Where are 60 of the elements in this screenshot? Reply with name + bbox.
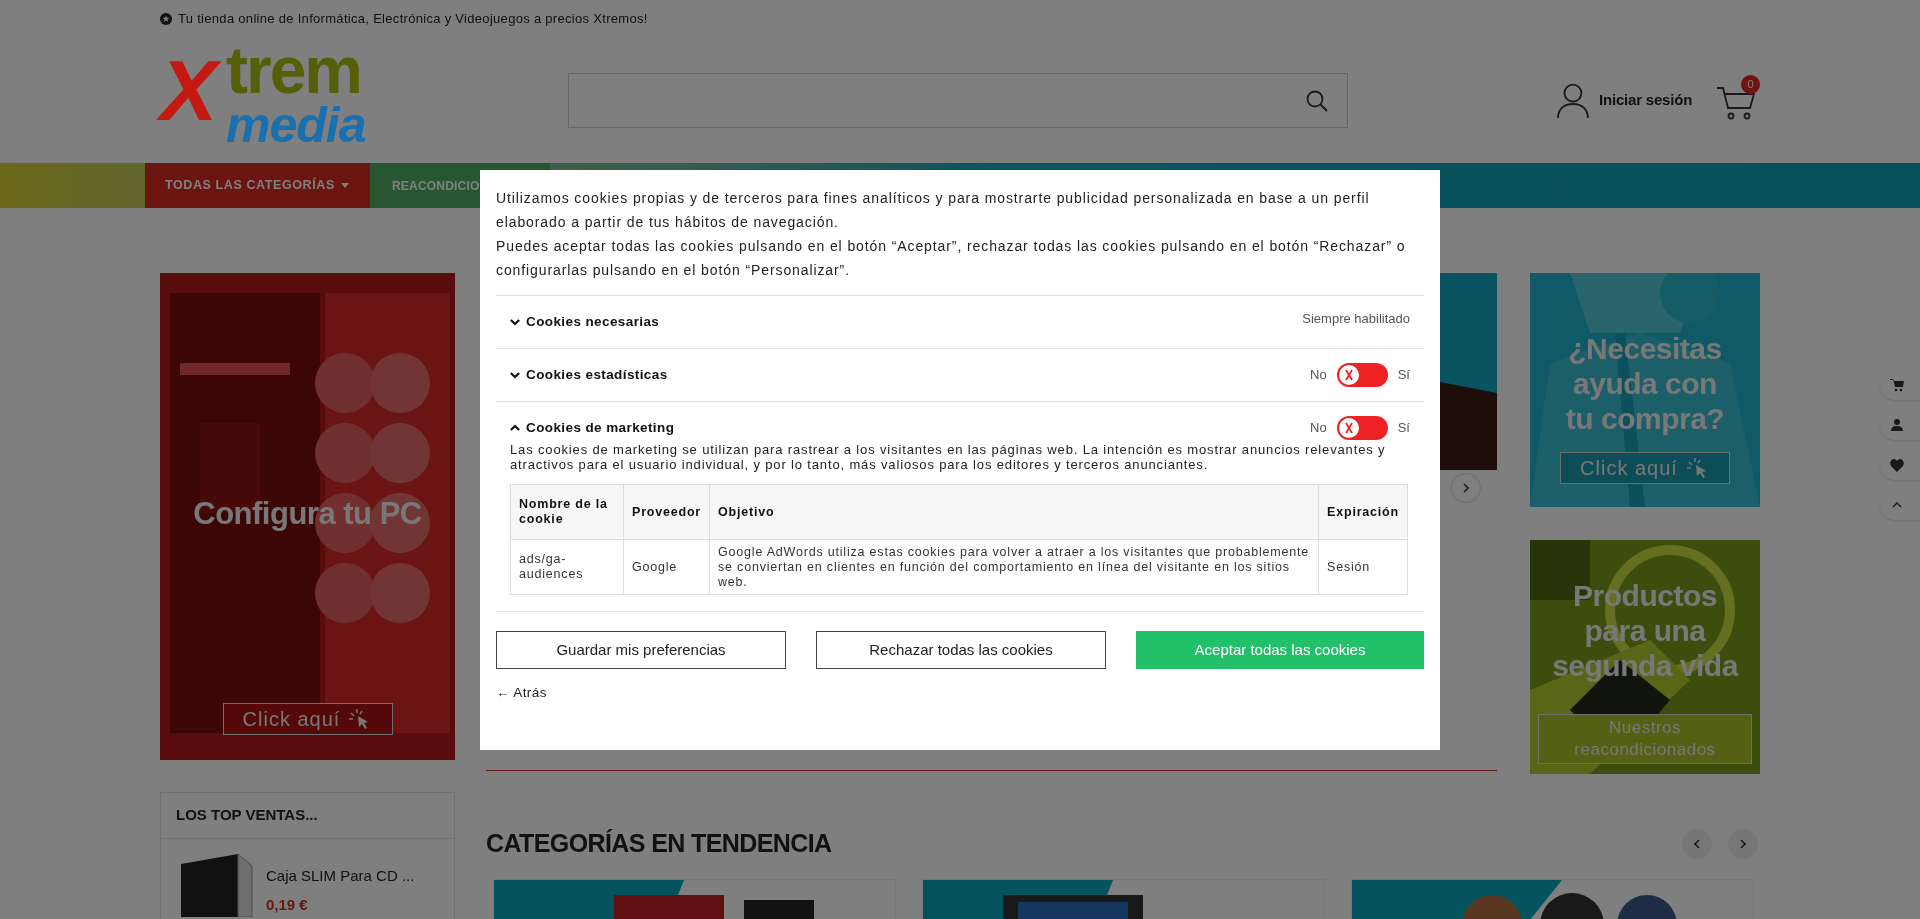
login-link[interactable]: Iniciar sesión <box>1599 89 1693 112</box>
banner-title: Productos para una segunda vida <box>1551 578 1740 683</box>
caret-icon[interactable] <box>340 183 349 188</box>
cart-icon[interactable] <box>1890 378 1904 392</box>
cart-count-badge: 0 <box>1741 74 1761 94</box>
column-header: Nombre de la cookie <box>510 484 624 540</box>
table-cell: Google AdWords utiliza estas cookies para volver a atraer a los visitantes que probablemente se conviertan en clientes en función del comportamiento en línea del visitante en los sitios web. <box>709 539 1319 595</box>
star-icon <box>160 13 172 25</box>
column-header: Proveedor <box>623 484 710 540</box>
toggle-switch[interactable] <box>1336 363 1388 387</box>
cross-icon <box>1338 365 1359 385</box>
dialog-button[interactable]: Rechazar todas las cookies <box>816 631 1106 669</box>
chevron-up-icon[interactable] <box>510 424 520 432</box>
cross-icon <box>1338 418 1359 438</box>
product-name[interactable]: Caja SLIM Para CD ... <box>266 865 415 888</box>
section-title[interactable]: Cookies estadísticas <box>526 364 668 386</box>
column-header: Expiración <box>1318 484 1408 540</box>
toggle-off-label: No <box>1310 419 1327 438</box>
status-text: Siempre habilitado <box>1302 310 1410 329</box>
section-title[interactable]: Cookies de marketing <box>526 417 675 439</box>
banner-title: ¿Necesitas ayuda con tu compra? <box>1564 331 1726 436</box>
dialog-button[interactable]: Guardar mis preferencias <box>496 631 786 669</box>
tagline: Tu tienda online de Informática, Electrónica y Videojuegos a precios Xtremos! <box>178 10 648 29</box>
click-here-button[interactable]: Click aquí <box>1560 452 1730 484</box>
search-icon[interactable] <box>1305 88 1330 113</box>
promo-banner[interactable]: Productos para una segunda vida Nuestros reacondicionados <box>1530 540 1760 774</box>
toggle-off-label: No <box>1310 366 1327 385</box>
chevron-left-icon[interactable] <box>1692 839 1702 849</box>
column-header: Objetivo <box>709 484 1319 540</box>
next-slide-button[interactable] <box>1451 473 1481 503</box>
accept-button[interactable]: Aceptar todas las cookies <box>1136 631 1424 669</box>
chevron-right-icon[interactable] <box>1461 483 1471 493</box>
section-description: Las cookies de marketing se utilizan para rastrear a los visitantes en las páginas web. La intención es mostrar anuncios relevantes y atractivos para el usuario individual, y por lo tanto, más valiosos para los editores y terceros anunciantes. <box>510 442 1387 472</box>
promo-banner[interactable]: Configura tu PC Click aquí <box>160 273 455 760</box>
toggle-on-label: Sí <box>1397 366 1410 385</box>
intro-text: Puedes aceptar todas las cookies pulsando en el botón “Aceptar”, rechazar todas las cookies pulsando en el botón “Rechazar” o configurarlas pulsando en el botón “Personalizar”. <box>496 237 1407 280</box>
previous-button[interactable] <box>1682 829 1712 859</box>
promo-banner[interactable]: ¿Necesitas ayuda con tu compra? Click aquí <box>1530 273 1760 507</box>
chevron-down-icon[interactable] <box>510 318 520 326</box>
back-link[interactable]: ← Atrás <box>496 683 547 704</box>
logo-text[interactable]: trem <box>226 38 362 101</box>
section-title[interactable]: Cookies necesarias <box>526 311 660 333</box>
nav-item[interactable]: TODAS LAS CATEGORÍAS <box>145 163 370 208</box>
banner-title: Configura tu PC <box>193 495 422 533</box>
search-field[interactable] <box>568 73 1349 128</box>
user-icon[interactable] <box>1556 82 1591 119</box>
section-heading: CATEGORÍAS EN TENDENCIA <box>486 828 832 860</box>
click-here-button[interactable]: Click aquí <box>222 702 393 735</box>
chevron-down-icon[interactable] <box>510 371 520 379</box>
table-cell: Google <box>623 539 710 595</box>
toggle-switch[interactable] <box>1336 416 1388 440</box>
next-button[interactable] <box>1728 829 1758 859</box>
table-cell: ads/ga-audiences <box>510 539 624 595</box>
toggle-on-label: Sí <box>1397 419 1410 438</box>
panel-title: LOS TOP VENTAS... <box>161 793 454 839</box>
heart-icon[interactable] <box>1890 458 1904 472</box>
table-cell: Sesión <box>1318 539 1408 595</box>
user-icon[interactable] <box>1890 418 1904 432</box>
product-price: 0,19 € <box>266 894 309 915</box>
chevron-right-icon[interactable] <box>1738 839 1748 849</box>
